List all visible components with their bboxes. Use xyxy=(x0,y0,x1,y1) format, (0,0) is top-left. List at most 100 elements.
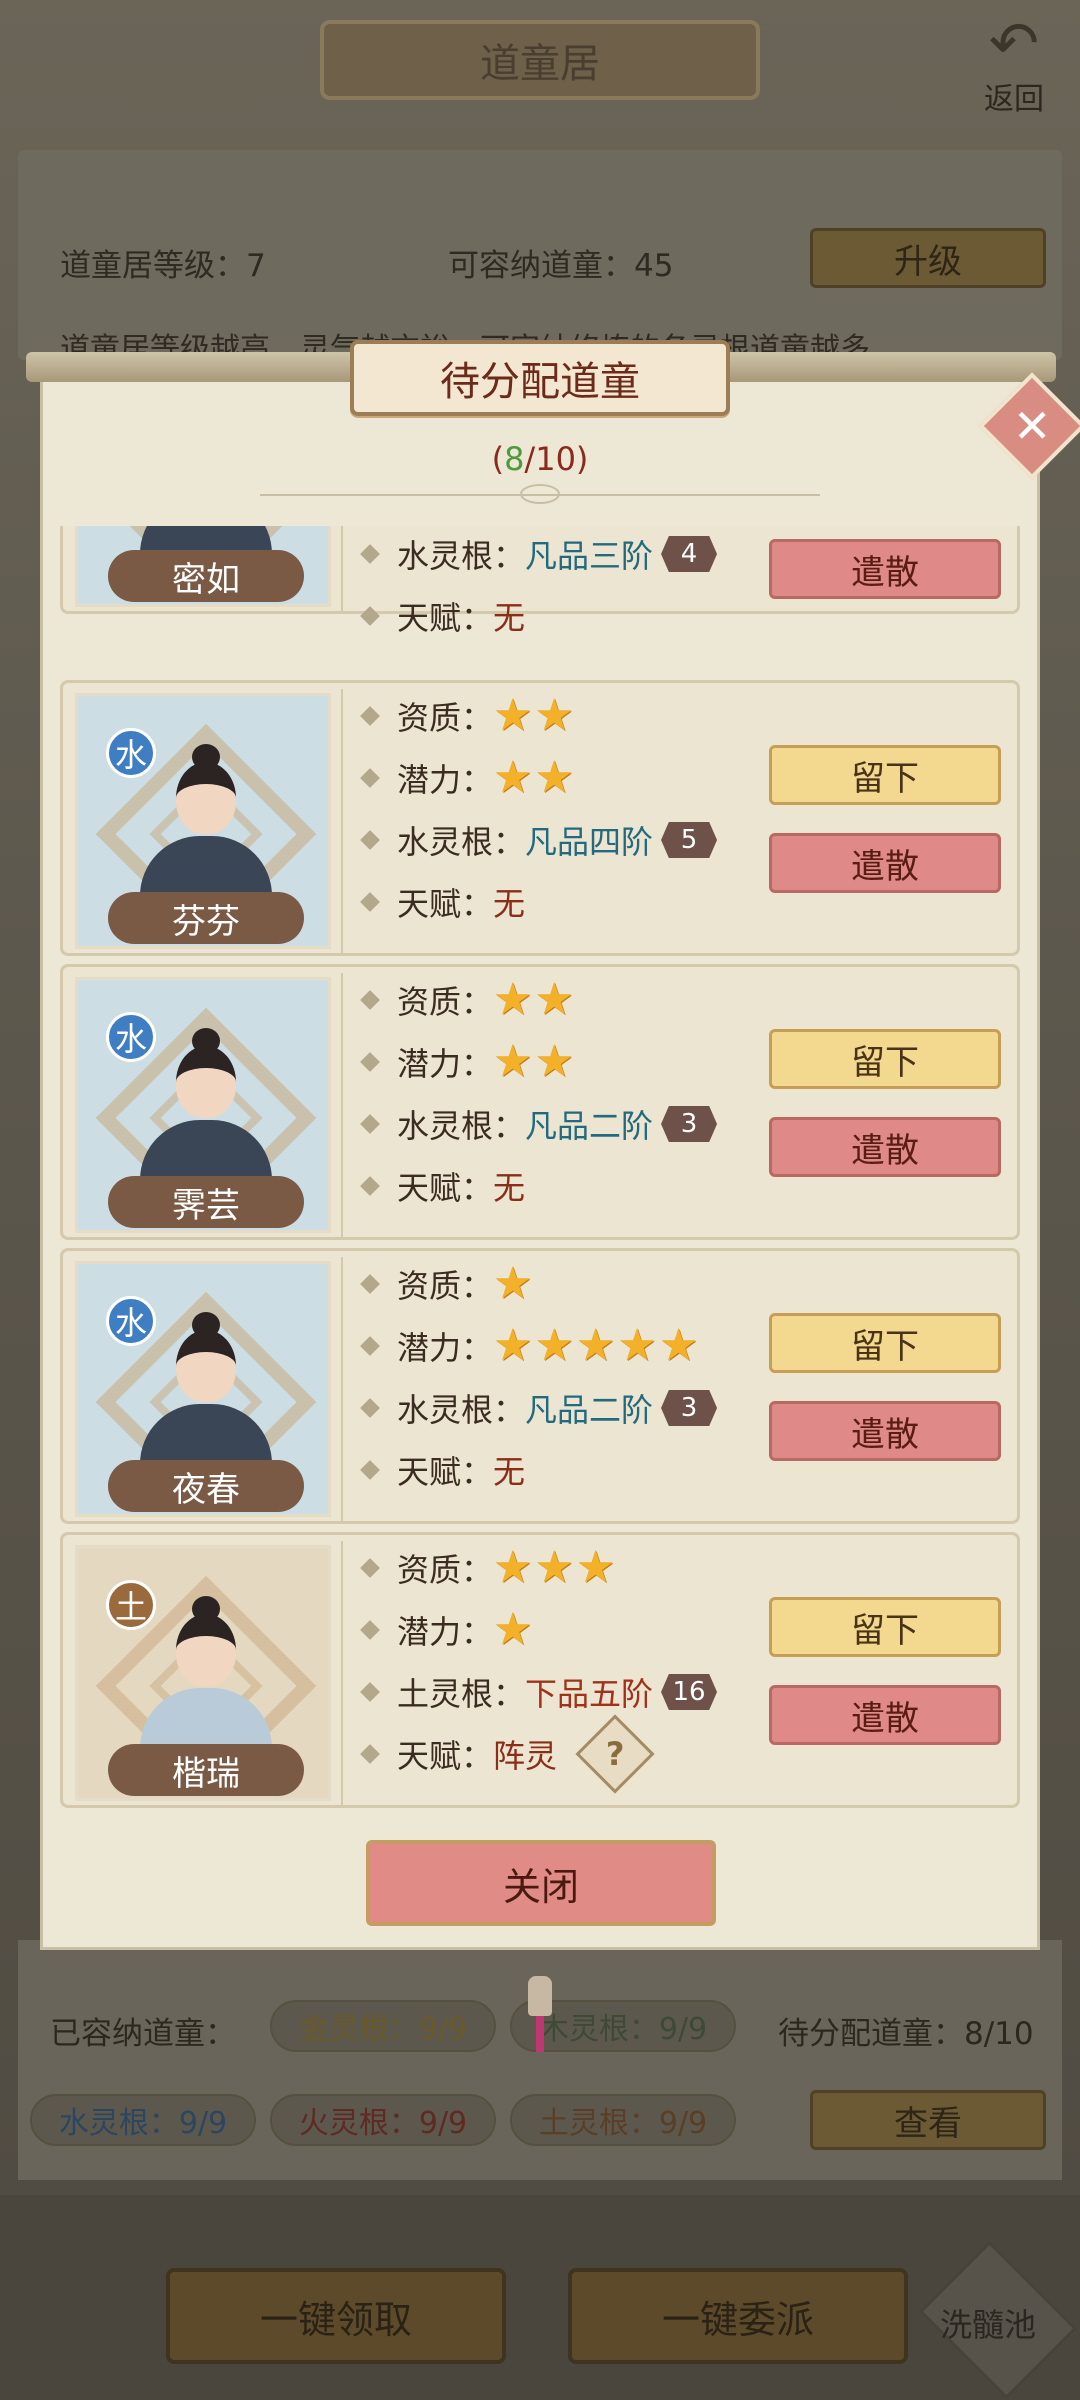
disciple-card: 密如 水灵根： 凡品三阶 4 天赋：无 遣散 xyxy=(60,526,1020,637)
disciple-list[interactable]: 密如 水灵根： 凡品三阶 4 天赋：无遣散水芬芬 资质： ★ ★ 潜力： ★ ★ 水灵根： 凡品四阶 5 天… xyxy=(56,526,1024,1826)
collect-all-button[interactable]: 一键领取 xyxy=(166,2268,506,2364)
modal-title: 待分配道童 xyxy=(350,340,730,416)
spirit-root-level: 16 xyxy=(661,1674,718,1710)
talent-label: 天赋： xyxy=(397,1737,494,1775)
dismiss-button[interactable]: 遣散 xyxy=(769,1685,1001,1745)
potential-stars: ★ ★ xyxy=(493,1040,574,1084)
capacity-label: 可容纳道童：45 xyxy=(448,248,674,284)
back-button[interactable]: ↶ 返回 xyxy=(962,14,1066,118)
disciple-card: 土楷瑞 资质： ★ ★ ★ 潜力： ★ 土灵根： 下品五阶 16 天赋： 阵灵? 留下 遣散 xyxy=(60,1532,1020,1808)
potential-row: 潜力： ★ ★ ★ ★ ★ xyxy=(360,1321,698,1371)
diamond-bullet-icon xyxy=(360,1052,380,1072)
dismiss-button[interactable]: 遣散 xyxy=(769,833,1001,893)
spirit-root-level: 3 xyxy=(661,1106,718,1142)
disciple-name: 夜春 xyxy=(108,1460,304,1512)
disciple-name: 霁芸 xyxy=(108,1176,304,1228)
star-icon: ★ xyxy=(575,1320,616,1371)
keep-button[interactable]: 留下 xyxy=(769,1313,1001,1373)
element-badge: 水 xyxy=(106,1012,156,1062)
spirit-root-row: 水灵根： 凡品四阶 5 xyxy=(360,815,718,865)
potential-stars: ★ ★ xyxy=(493,756,574,800)
bottom-bar xyxy=(0,2195,1080,2400)
star-icon: ★ xyxy=(493,752,533,803)
star-icon: ★ xyxy=(493,690,533,741)
aptitude-label: 资质： xyxy=(397,1551,494,1589)
keep-button[interactable]: 留下 xyxy=(769,745,1001,805)
dismiss-button[interactable]: 遣散 xyxy=(769,1401,1001,1461)
aptitude-row: 资质： ★ xyxy=(360,1259,532,1309)
disciple-portrait: 水夜春 xyxy=(75,1261,331,1517)
question-icon: ? xyxy=(605,1735,625,1773)
talent-value: 阵灵 xyxy=(493,1737,558,1775)
aptitude-stars: ★ xyxy=(493,1262,532,1306)
diamond-bullet-icon xyxy=(360,892,380,912)
talent-label: 天赋： xyxy=(397,1453,494,1491)
view-button[interactable]: 查看 xyxy=(810,2090,1046,2150)
disciple-portrait: 水芬芬 xyxy=(75,693,331,949)
diamond-bullet-icon xyxy=(360,1558,380,1578)
diamond-bullet-icon xyxy=(360,990,380,1010)
element-badge: 水 xyxy=(106,1296,156,1346)
dismiss-button[interactable]: 遣散 xyxy=(769,1117,1001,1177)
potential-row: 潜力： ★ ★ xyxy=(360,753,574,803)
spirit-root-value: 下品五阶 xyxy=(525,1675,654,1713)
pending-count: (8/10) xyxy=(0,440,1080,478)
diamond-bullet-icon xyxy=(360,768,380,788)
spirit-root-label: 土灵根： xyxy=(397,1675,526,1713)
keep-button[interactable]: 留下 xyxy=(769,1029,1001,1089)
spirit-root-level: 5 xyxy=(661,822,718,858)
aptitude-stars: ★ ★ ★ xyxy=(493,1546,615,1590)
spirit-root-value: 凡品四阶 xyxy=(525,823,654,861)
diamond-bullet-icon xyxy=(360,830,380,850)
star-icon: ★ xyxy=(575,1542,616,1593)
element-badge: 土 xyxy=(106,1580,156,1630)
diamond-bullet-icon xyxy=(360,1398,380,1418)
aptitude-row: 资质： ★ ★ xyxy=(360,975,574,1025)
count-current: 8 xyxy=(504,440,525,478)
star-icon: ★ xyxy=(493,1542,533,1593)
upgrade-button[interactable]: 升级 xyxy=(810,228,1046,288)
talent-info-button[interactable]: ? xyxy=(575,1714,655,1794)
disciple-portrait: 水霁芸 xyxy=(75,977,331,1233)
fire-root-pill: 火灵根：9/9 xyxy=(270,2094,496,2146)
talent-label: 天赋： xyxy=(397,1169,494,1207)
diamond-bullet-icon xyxy=(360,1336,380,1356)
bell-icon xyxy=(528,1976,552,2016)
diamond-bullet-icon xyxy=(360,1114,380,1134)
talent-label: 天赋： xyxy=(397,599,494,637)
dismiss-button[interactable]: 遣散 xyxy=(769,539,1001,599)
potential-label: 潜力： xyxy=(397,1045,494,1083)
disciple-name: 楷瑞 xyxy=(108,1744,304,1796)
aptitude-stars: ★ ★ xyxy=(493,694,574,738)
diamond-bullet-icon xyxy=(360,544,380,564)
housed-label: 已容纳道童： xyxy=(50,2016,236,2052)
star-icon: ★ xyxy=(534,690,574,741)
level-label: 道童居等级：7 xyxy=(60,248,266,284)
potential-stars: ★ ★ ★ ★ ★ xyxy=(493,1324,698,1368)
count-total: /10) xyxy=(524,440,589,478)
talent-row: 天赋： 阵灵? xyxy=(360,1714,655,1794)
keep-button[interactable]: 留下 xyxy=(769,1597,1001,1657)
disciple-face-icon xyxy=(176,1614,236,1686)
talent-label: 天赋： xyxy=(397,885,494,923)
talent-row: 天赋：无 xyxy=(360,1161,526,1211)
star-icon: ★ xyxy=(493,1604,533,1655)
talent-value: 无 xyxy=(493,885,526,923)
aptitude-row: 资质： ★ ★ ★ xyxy=(360,1543,615,1593)
talent-value: 无 xyxy=(493,1453,526,1491)
dispatch-all-button[interactable]: 一键委派 xyxy=(568,2268,908,2364)
spirit-root-label: 水灵根： xyxy=(397,1107,526,1145)
spirit-root-label: 水灵根： xyxy=(397,537,526,575)
element-badge: 水 xyxy=(106,728,156,778)
potential-row: 潜力： ★ ★ xyxy=(360,1037,574,1087)
talent-row: 天赋：无 xyxy=(360,591,525,641)
disciple-face-icon xyxy=(176,1330,236,1402)
potential-stars: ★ xyxy=(493,1608,532,1652)
aptitude-stars: ★ ★ xyxy=(493,978,574,1022)
back-arrow-icon: ↶ xyxy=(988,9,1040,79)
close-button[interactable]: 关闭 xyxy=(366,1840,716,1926)
star-icon: ★ xyxy=(658,1320,699,1371)
talent-value: 无 xyxy=(493,1169,526,1207)
star-icon: ★ xyxy=(493,1036,533,1087)
aptitude-label: 资质： xyxy=(397,1267,494,1305)
